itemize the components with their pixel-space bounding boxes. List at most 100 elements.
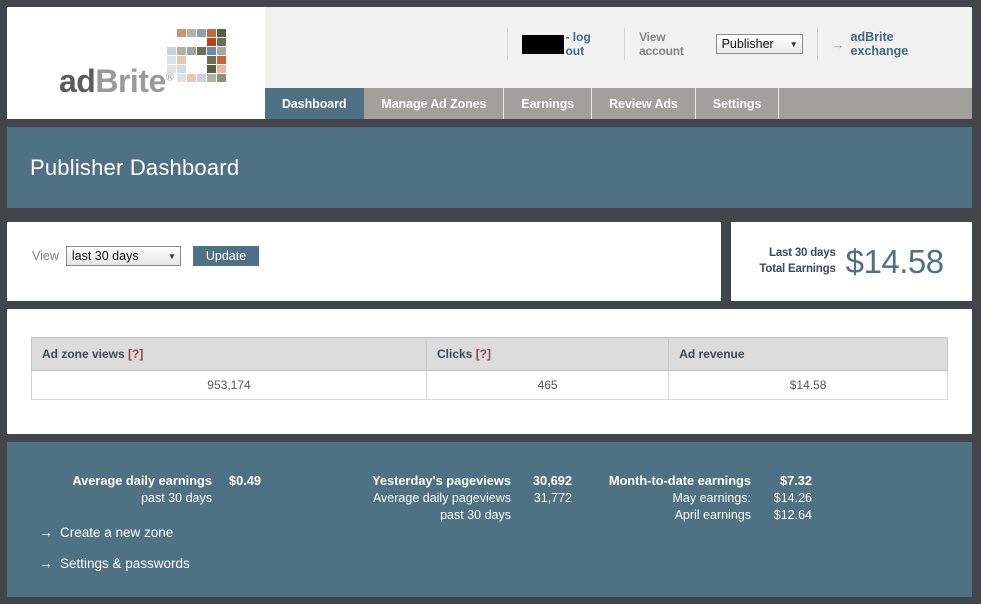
- logo-text-ad: ad: [59, 63, 96, 99]
- view-account-label: View account: [639, 30, 684, 58]
- arrow-right-icon: →: [39, 555, 53, 571]
- view-account-group: View account Publisher ▼: [625, 27, 817, 61]
- logo-tile: [207, 74, 216, 82]
- username-redacted: [521, 34, 565, 54]
- logo-tile: [207, 65, 216, 73]
- account-type-value: Publisher: [721, 37, 774, 51]
- logo-tile: [167, 56, 176, 64]
- summary-label: past 30 days: [440, 507, 511, 522]
- summary-value: 31,772: [533, 490, 572, 505]
- quick-links: → Create a new zone → Settings & passwords: [39, 524, 190, 586]
- table-cell: $14.58: [668, 370, 948, 400]
- logo-tile: [177, 29, 186, 37]
- logo-tile: [197, 74, 206, 82]
- help-icon[interactable]: [?]: [476, 347, 491, 361]
- logo-tile: [177, 56, 186, 64]
- arrow-right-icon: →: [39, 524, 53, 540]
- logo-tile: [207, 56, 216, 64]
- logout-link[interactable]: - log out: [565, 30, 610, 58]
- summary-line: April earnings $12.64: [572, 507, 812, 524]
- logo-tile: [187, 74, 196, 82]
- quick-link-settings-passwords[interactable]: → Settings & passwords: [39, 555, 190, 571]
- logo-tile: [177, 47, 186, 55]
- adbrite-logo-icon: [167, 29, 226, 82]
- total-earnings-label-line1: Last 30 days: [769, 246, 836, 259]
- header-utility-bar: - log out View account Publisher ▼ → adB…: [265, 7, 972, 87]
- help-icon[interactable]: [?]: [128, 347, 143, 361]
- logo-tile: [197, 38, 206, 46]
- stats-panel: Ad zone views [?] Clicks [?] Ad revenue 95…: [7, 309, 972, 434]
- summary-label: April earnings: [674, 507, 751, 522]
- adbrite-exchange-link[interactable]: adBrite exchange: [851, 30, 948, 58]
- logo-tile: [187, 38, 196, 46]
- logo-tile: [197, 47, 206, 55]
- summary-line: past 30 days: [307, 507, 572, 524]
- logo-tile: [217, 38, 226, 46]
- table-row: 953,174 465 $14.58: [31, 370, 948, 400]
- summary-label: Yesterday's pageviews: [372, 473, 511, 488]
- table-header-row: Ad zone views [?] Clicks [?] Ad revenue: [31, 337, 948, 371]
- main-navigation: Dashboard Manage Ad Zones Earnings Review A…: [265, 88, 972, 119]
- summary-line: past 30 days: [7, 490, 307, 507]
- chevron-down-icon: ▼: [167, 251, 176, 261]
- stats-table-head: Ad zone views [?] Clicks [?] Ad revenue: [31, 337, 948, 371]
- logo-tile: [207, 29, 216, 37]
- column-header: Clicks [?]: [425, 337, 670, 371]
- logo-tile: [177, 38, 186, 46]
- nav-tab-manage-ad-zones[interactable]: Manage Ad Zones: [364, 88, 505, 119]
- summary-label: Average daily pageviews: [372, 490, 511, 505]
- view-label: View: [32, 249, 59, 263]
- logo-tile: [167, 29, 176, 37]
- logo-tile: [167, 47, 176, 55]
- total-earnings-value: $14.58: [845, 242, 944, 280]
- total-earnings-panel: Last 30 days Total Earnings $14.58: [731, 222, 972, 301]
- logo-tile: [217, 29, 226, 37]
- chevron-down-icon: ▼: [789, 39, 798, 49]
- logo-tile: [217, 74, 226, 82]
- total-earnings-label: Last 30 days Total Earnings: [759, 246, 835, 277]
- date-range-panel: View last 30 days ▼ Update: [7, 222, 721, 301]
- logo-tile: [177, 65, 186, 73]
- nav-filler: [779, 88, 972, 119]
- date-range-select[interactable]: last 30 days ▼: [65, 246, 181, 266]
- registered-mark-icon: ®: [165, 71, 174, 84]
- quick-link-create-a-new-zone[interactable]: → Create a new zone: [39, 524, 190, 540]
- table-cell: 465: [425, 370, 670, 400]
- logo-tile: [197, 56, 206, 64]
- column-header: Ad revenue: [668, 337, 948, 371]
- logo-tile: [187, 56, 196, 64]
- total-earnings-label-line2: Total Earnings: [759, 262, 836, 275]
- nav-tab-settings[interactable]: Settings: [696, 88, 780, 119]
- logo-tile: [187, 29, 196, 37]
- account-type-select[interactable]: Publisher ▼: [715, 34, 803, 54]
- update-button[interactable]: Update: [192, 246, 260, 266]
- logo-tile: [197, 65, 206, 73]
- logo-tile: [187, 47, 196, 55]
- logo-area[interactable]: adBrite®: [7, 7, 265, 119]
- nav-tab-earnings[interactable]: Earnings: [504, 88, 593, 119]
- summary-value: $7.32: [779, 473, 812, 488]
- page-title-bar: Publisher Dashboard: [7, 127, 972, 208]
- nav-tab-dashboard[interactable]: Dashboard: [265, 88, 365, 119]
- logo-text-brite: Brite: [95, 63, 166, 99]
- logo-tile: [217, 47, 226, 55]
- logo-tile: [207, 47, 216, 55]
- account-logout-group: - log out: [508, 27, 624, 61]
- summary-value: [520, 507, 572, 524]
- logo-tile: [217, 65, 226, 73]
- date-range-value: last 30 days: [71, 249, 139, 263]
- summary-value: [221, 490, 261, 507]
- summary-line: Average daily earnings $0.49: [7, 472, 307, 490]
- site-header: adBrite® - log out View account Publishe…: [7, 7, 972, 119]
- quick-link-label: Settings & passwords: [60, 555, 190, 571]
- exchange-group: → adBrite exchange: [818, 27, 962, 61]
- summary-label: past 30 days: [141, 490, 212, 505]
- summary-label: May earnings:: [672, 490, 751, 505]
- nav-tab-review-ads[interactable]: Review Ads: [592, 88, 696, 119]
- summary-line: Average daily pageviews 31,772: [307, 490, 572, 507]
- summary-label: Average daily earnings: [72, 473, 212, 488]
- summary-value: $12.64: [773, 507, 812, 522]
- page-root: adBrite® - log out View account Publishe…: [0, 0, 981, 604]
- stats-table-body: 953,174 465 $14.58: [31, 370, 948, 400]
- summary-value: 30,692: [532, 473, 572, 488]
